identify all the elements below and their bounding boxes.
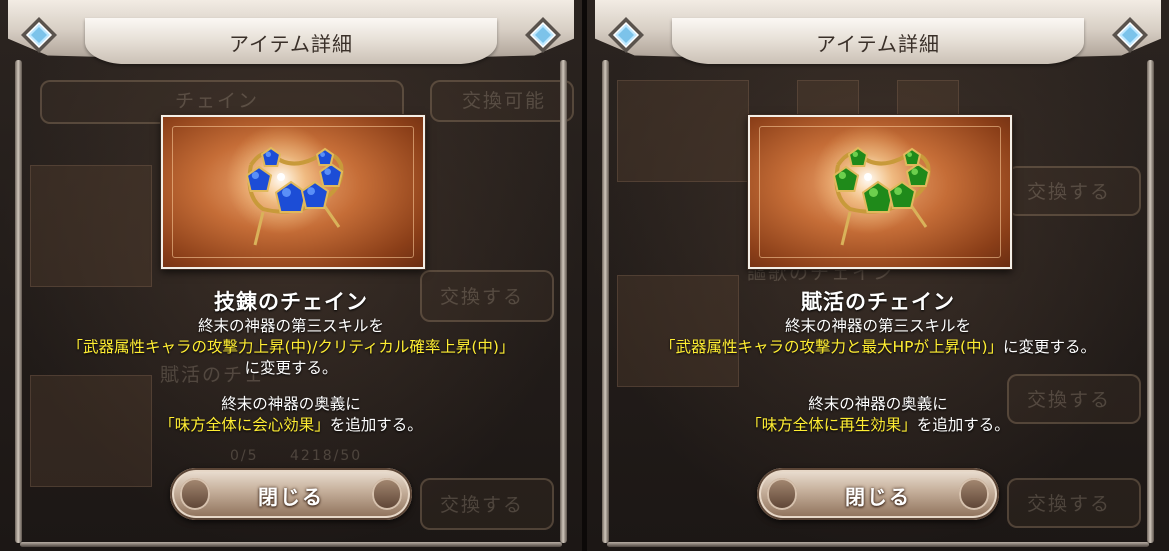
desc-text: 終末の神器の第三スキルを	[784, 317, 971, 335]
item-detail-dialog-right: 交換する 謳歌のチェイン 交換する 交換する アイテム詳細 賦活のチェイン 終末…	[587, 0, 1169, 551]
dialog-title: アイテム詳細	[229, 32, 353, 56]
diamond-ornament-icon	[1112, 17, 1148, 53]
item-description-ougi: 終末の神器の奥義に 「味方全体に再生効果」を追加する。	[647, 394, 1109, 436]
bg-exchange-label-3: 交換する	[1027, 493, 1112, 515]
diamond-ornament-icon	[21, 17, 57, 53]
chain-icon	[813, 124, 931, 246]
desc-text: 終末の神器の奥義に	[221, 395, 361, 413]
item-name: 技錬のチェイン	[214, 290, 368, 314]
frame-bottom	[20, 542, 562, 547]
desc-suffix: に変更する。	[244, 359, 338, 377]
item-description-ougi: 終末の神器の奥義に 「味方全体に会心効果」を追加する。	[60, 394, 522, 436]
desc-suffix: を追加する。	[916, 416, 1010, 434]
chain-icon	[226, 124, 344, 246]
bg-count-b: 4218/50	[290, 448, 363, 464]
bg-exchange-label-2: 交換する	[440, 494, 525, 516]
bg-exchange-label: 交換する	[1027, 181, 1112, 203]
close-button[interactable]: 閉じる	[757, 468, 999, 520]
bg-tab-label: チェイン	[175, 90, 260, 112]
bg-exchangeable-label: 交換可能	[462, 90, 547, 112]
item-description-skill: 終末の神器の第三スキルを 「武器属性キャラの攻撃力上昇(中)/クリティカル確率上…	[60, 316, 522, 379]
item-description-skill: 終末の神器の第三スキルを 「武器属性キャラの攻撃力と最大HPが上昇(中)」に変更…	[642, 316, 1114, 358]
bg-item-thumb	[30, 165, 152, 287]
item-detail-dialog-left: チェイン 交換可能 交換する 賦活のチェ 0/5 4218/50 交換する アイ…	[0, 0, 582, 551]
bg-item-thumb	[617, 80, 749, 182]
close-button-label: 閉じる	[258, 485, 324, 509]
desc-highlight: 「味方全体に会心効果」	[159, 416, 330, 434]
diamond-ornament-icon	[608, 17, 644, 53]
frame-bottom	[607, 542, 1149, 547]
diamond-ornament-icon	[525, 17, 561, 53]
desc-highlight: 「武器属性キャラの攻撃力と最大HPが上昇(中)」	[659, 338, 1004, 356]
bg-count-a: 0/5	[230, 448, 259, 464]
item-image	[161, 115, 425, 269]
dialog-title: アイテム詳細	[816, 32, 940, 56]
desc-text: 終末の神器の第三スキルを	[197, 317, 384, 335]
close-button-label: 閉じる	[845, 485, 911, 509]
item-name: 賦活のチェイン	[801, 290, 955, 314]
desc-text: 終末の神器の奥義に	[808, 395, 948, 413]
item-image	[748, 115, 1012, 269]
desc-suffix: に変更する。	[1003, 338, 1097, 356]
desc-highlight: 「武器属性キャラの攻撃力上昇(中)/クリティカル確率上昇(中)」	[67, 338, 515, 356]
close-button[interactable]: 閉じる	[170, 468, 412, 520]
desc-highlight: 「味方全体に再生効果」	[746, 416, 917, 434]
desc-suffix: を追加する。	[329, 416, 423, 434]
